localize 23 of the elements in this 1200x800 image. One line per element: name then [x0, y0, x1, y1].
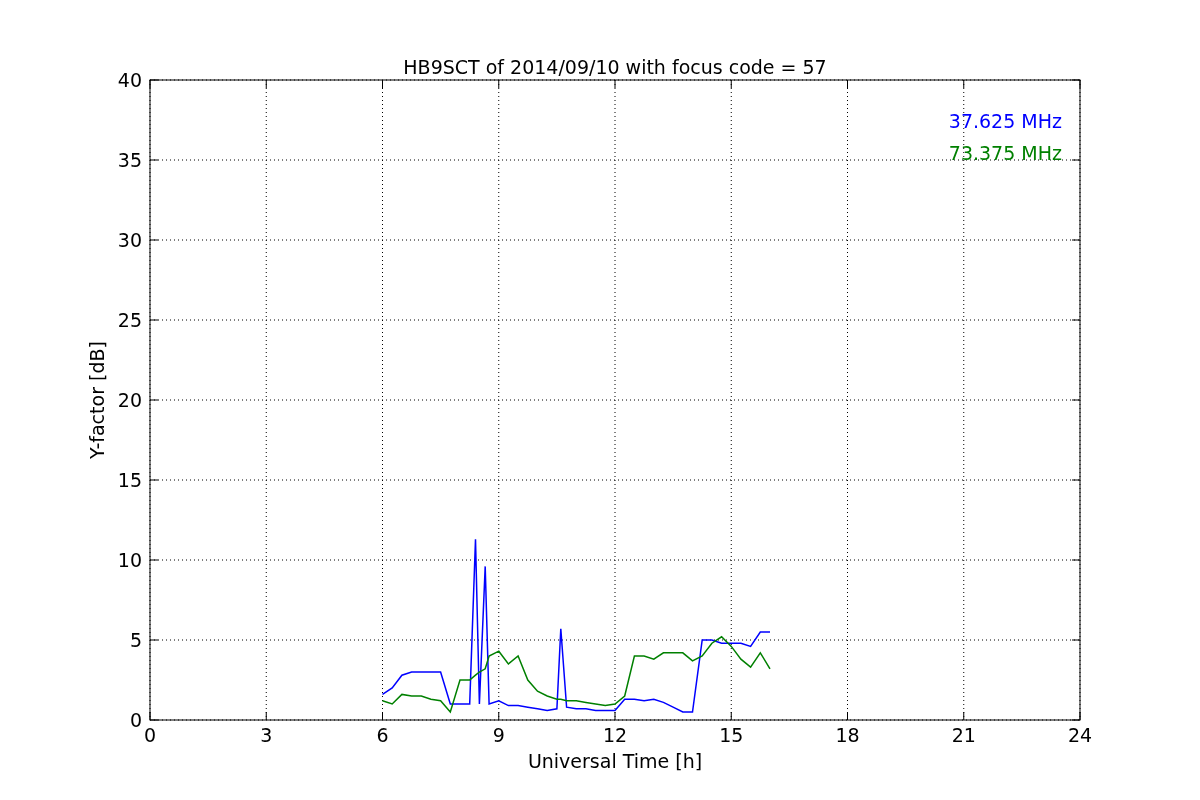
y-tick-label: 25 [117, 309, 142, 331]
x-tick-label: 21 [951, 724, 976, 746]
y-tick-label: 15 [117, 469, 142, 491]
legend-label: 73.375 MHz [948, 142, 1062, 164]
x-tick-label: 18 [835, 724, 860, 746]
y-tick-label: 5 [129, 629, 142, 651]
legend-label: 37.625 MHz [948, 110, 1062, 132]
x-tick-label: 15 [719, 724, 744, 746]
y-tick-label: 10 [117, 549, 142, 571]
y-tick-label: 40 [117, 69, 142, 91]
y-tick-label: 30 [117, 229, 142, 251]
x-tick-label: 0 [143, 724, 157, 746]
y-axis-label: Y-factor [dB] [86, 341, 108, 459]
chart-title: HB9SCT of 2014/09/10 with focus code = 57 [403, 56, 827, 78]
x-tick-label: 24 [1067, 724, 1093, 746]
x-tick-label: 3 [260, 724, 273, 746]
x-tick-label: 12 [602, 724, 628, 746]
y-tick-label: 0 [129, 709, 142, 731]
y-tick-label: 20 [117, 389, 142, 411]
x-tick-label: 9 [492, 724, 505, 746]
x-axis-label: Universal Time [h] [527, 750, 703, 772]
y-tick-label: 35 [117, 149, 142, 171]
x-tick-label: 6 [376, 724, 389, 746]
